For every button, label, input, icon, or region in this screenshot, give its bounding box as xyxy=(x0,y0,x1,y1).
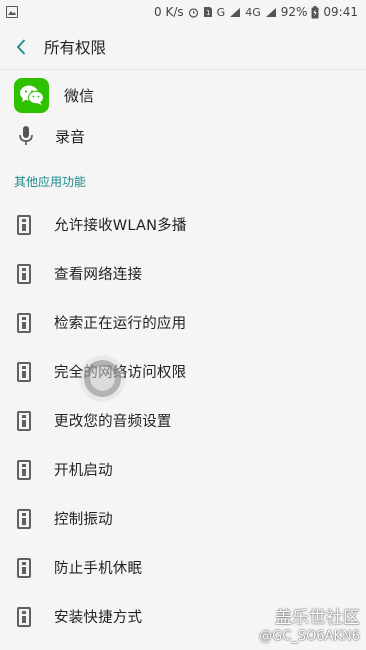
list-item[interactable]: 控制振动 xyxy=(0,494,366,543)
info-icon xyxy=(17,263,31,284)
status-left xyxy=(6,6,18,18)
list-item[interactable]: 更改您的音频设置 xyxy=(0,396,366,445)
list-item-label: 允许接收WLAN多播 xyxy=(54,218,187,234)
permission-label: 录音 xyxy=(55,127,86,146)
info-icon xyxy=(17,410,31,431)
chevron-left-icon xyxy=(16,38,26,55)
list-item[interactable]: 查看网络连接 xyxy=(0,249,366,298)
info-icon xyxy=(17,606,31,627)
microphone-icon xyxy=(19,126,33,145)
info-icon xyxy=(17,508,31,529)
app-bar: 所有权限 xyxy=(0,24,366,70)
list-item-label: 更改您的音频设置 xyxy=(54,414,172,430)
list-item-label: 查看网络连接 xyxy=(54,267,143,283)
wechat-logo-glyph xyxy=(19,85,44,105)
info-icon xyxy=(17,361,31,382)
list-item-label: 开机启动 xyxy=(54,463,113,479)
image-notification-icon xyxy=(6,6,18,18)
sim-card-icon: 1 xyxy=(203,7,212,17)
svg-text:1: 1 xyxy=(206,9,210,17)
status-right: 0 K/s 1 G 4G 92% 09:41 xyxy=(154,5,358,19)
section-header-other-functions: 其他应用功能 xyxy=(14,174,87,189)
list-item-label: 安装快捷方式 xyxy=(54,610,143,626)
list-item[interactable]: 检索正在运行的应用 xyxy=(0,298,366,347)
list-item[interactable]: 允许接收WLAN多播 xyxy=(0,200,366,249)
app-name: 微信 xyxy=(64,86,95,105)
battery-icon xyxy=(311,5,319,18)
signal-icon xyxy=(230,7,241,17)
info-icon xyxy=(17,214,31,235)
watermark: 盖乐世社区 @GC_SO6AKN6 xyxy=(259,608,360,646)
list-item-label: 检索正在运行的应用 xyxy=(54,316,187,332)
list-item[interactable]: 开机启动 xyxy=(0,445,366,494)
net-speed: 0 K/s xyxy=(154,5,184,19)
permission-row-record-audio[interactable]: 录音 xyxy=(0,120,366,152)
list-item[interactable]: 防止手机休眠 xyxy=(0,543,366,592)
list-item-label: 防止手机休眠 xyxy=(54,561,143,577)
info-icon xyxy=(17,557,31,578)
app-info-row: 微信 xyxy=(0,70,366,120)
other-functions-list: 允许接收WLAN多播 查看网络连接 检索正在运行的应用 完全的网络访问权限 更改… xyxy=(0,200,366,641)
wechat-app-icon xyxy=(14,77,49,113)
back-button[interactable] xyxy=(10,36,32,58)
battery-percent: 92% xyxy=(280,5,308,19)
clock: 09:41 xyxy=(323,5,358,19)
list-item-label: 控制振动 xyxy=(54,512,113,528)
watermark-handle: @GC_SO6AKN6 xyxy=(259,629,360,644)
alarm-icon xyxy=(188,7,198,18)
page-title: 所有权限 xyxy=(44,38,107,57)
signal-strength-icon xyxy=(265,7,276,17)
status-bar: 0 K/s 1 G 4G 92% 09:41 xyxy=(0,0,366,24)
info-icon xyxy=(17,312,31,333)
sim-label: G xyxy=(216,5,226,19)
info-icon xyxy=(17,459,31,480)
network-type: 4G xyxy=(245,5,261,19)
touch-indicator xyxy=(81,357,124,400)
list-item[interactable]: 完全的网络访问权限 xyxy=(0,347,366,396)
watermark-title: 盖乐世社区 xyxy=(275,608,360,628)
